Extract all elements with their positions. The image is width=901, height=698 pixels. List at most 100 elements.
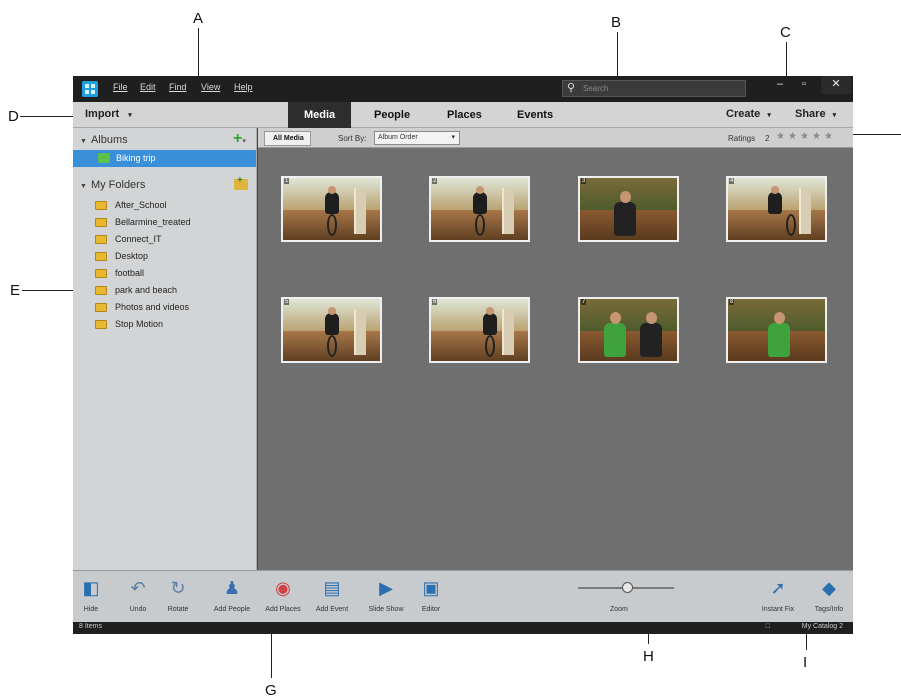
folder-view-icon[interactable] [234,175,248,190]
star-icon[interactable]: ★ [800,131,809,142]
callout-g-line [271,634,272,678]
media-thumbnail[interactable]: 3 [578,176,679,242]
album-label: Biking trip [116,153,156,163]
search-input[interactable] [583,82,738,95]
folder-icon [95,201,107,210]
add-album-button[interactable]: +▾ [233,131,246,149]
wrench-icon: ➚ [770,578,786,598]
tab-events[interactable]: Events [501,102,569,128]
tag-icon: ◆ [822,578,836,598]
undo-button[interactable]: ↶ Undo [123,577,153,613]
star-icon[interactable]: ★ [776,131,785,142]
folder-label: football [115,268,145,278]
tab-media[interactable]: Media [288,102,352,128]
callout-c: C [780,24,791,41]
media-thumbnail[interactable]: 2 [429,176,530,242]
rotate-label: Rotate [167,606,189,613]
my-folders-header[interactable]: ▼ My Folders [80,179,145,191]
my-folders-header-label: My Folders [90,179,146,191]
callout-b-line [617,32,618,78]
media-thumbnail[interactable]: 7 [578,297,679,363]
star-icon[interactable]: ★ [824,131,833,142]
add-places-label: Add Places [265,606,301,613]
media-thumbnail[interactable]: 5 [281,297,382,363]
menu-edit[interactable]: Edit [140,82,156,92]
photo-rider [768,186,782,214]
photo-rider [325,307,339,335]
photo-wheel [786,214,796,236]
bottom-toolbar: ◧ Hide ↶ Undo ↻ Rotate ♟ Add People ◉ Ad… [73,570,853,622]
add-event-button[interactable]: ▤ Add Event [310,577,354,613]
albums-header[interactable]: ▼ Albums [80,134,128,146]
media-grid: 1 2 3 4 5 6 7 8 [258,148,853,570]
item-count: 8 Items [79,623,102,630]
photo-wheel [485,335,495,357]
media-thumbnail[interactable]: 8 [726,297,827,363]
instant-fix-button[interactable]: ➚ Instant Fix [757,577,799,613]
menu-view[interactable]: View [201,82,220,92]
ratings-label: Ratings [728,134,756,143]
photo-rider [640,312,662,357]
add-people-button[interactable]: ♟ Add People [207,577,257,613]
star-icon[interactable]: ★ [788,131,797,142]
chevron-down-icon: ▾ [767,112,771,119]
tab-places[interactable]: Places [431,102,498,128]
top-tab-bar: Import ▾ Media People Places Events Crea… [73,102,853,128]
hide-button[interactable]: ◧ Hide [79,577,103,613]
menu-file[interactable]: File [113,82,128,92]
filter-bar: All Media Sort By: Album Order ▾ Ratings … [258,128,853,148]
sort-by-dropdown[interactable]: Album Order ▾ [374,131,460,145]
zoom-slider-handle[interactable] [622,582,633,593]
ratings-count[interactable]: 2 [765,134,769,143]
search-icon: ⚲ [567,82,576,94]
create-button[interactable]: Create ▾ [726,108,771,120]
all-media-button[interactable]: All Media [264,131,311,146]
menu-find[interactable]: Find [169,82,187,92]
album-item-biking-trip[interactable]: Biking trip [73,150,256,167]
media-thumbnail[interactable]: 6 [429,297,530,363]
folder-label: Connect_IT [115,234,162,244]
sort-by-label: Sort By: [338,134,367,143]
tags-info-button[interactable]: ◆ Tags/Info [809,577,849,613]
add-person-icon: ♟ [223,578,241,598]
status-bar: 8 Items □ My Catalog 2 [73,622,853,634]
undo-icon: ↶ [130,578,146,598]
share-button[interactable]: Share ▾ [795,108,836,120]
slide-show-label: Slide Show [368,606,404,613]
photo-rider [473,186,487,214]
folder-icon [95,286,107,295]
chevron-down-icon: ▾ [128,112,132,119]
media-thumbnail[interactable]: 1 [281,176,382,242]
folder-icon [95,303,107,312]
media-thumbnail[interactable]: 4 [726,176,827,242]
close-button[interactable]: ✕ [821,76,851,94]
import-button[interactable]: Import ▾ [85,108,132,120]
create-label: Create [726,108,761,120]
photo-ground [580,331,677,361]
map-pin-icon: ◉ [275,578,291,598]
minimize-button[interactable]: – [768,76,792,94]
caret-down-icon: ▼ [80,183,87,190]
rotate-button[interactable]: ↻ Rotate [161,577,195,613]
slide-show-button[interactable]: ▶ Slide Show [365,577,407,613]
folder-icon [95,252,107,261]
folder-icon [95,269,107,278]
search-box[interactable]: ⚲ [562,80,746,97]
undo-label: Undo [129,606,147,613]
organizer-window: File Edit Find View Help ⚲ – ▫ ✕ Import … [73,76,853,634]
chevron-down-icon: ▾ [451,134,455,141]
photo-rider [604,312,626,357]
app-logo-icon [82,81,98,97]
editor-button[interactable]: ▣ Editor [416,577,446,613]
folder-label: Desktop [115,251,149,261]
photo-railing [502,309,514,355]
thumbnail-number: 5 [284,299,290,305]
tab-people[interactable]: People [358,102,426,128]
catalog-name[interactable]: My Catalog 2 [802,623,843,630]
add-places-button[interactable]: ◉ Add Places [260,577,306,613]
star-icon[interactable]: ★ [812,131,821,142]
maximize-button[interactable]: ▫ [792,76,816,94]
instant-fix-label: Instant Fix [761,606,795,613]
photo-rider [483,307,497,335]
menu-help[interactable]: Help [234,82,253,92]
